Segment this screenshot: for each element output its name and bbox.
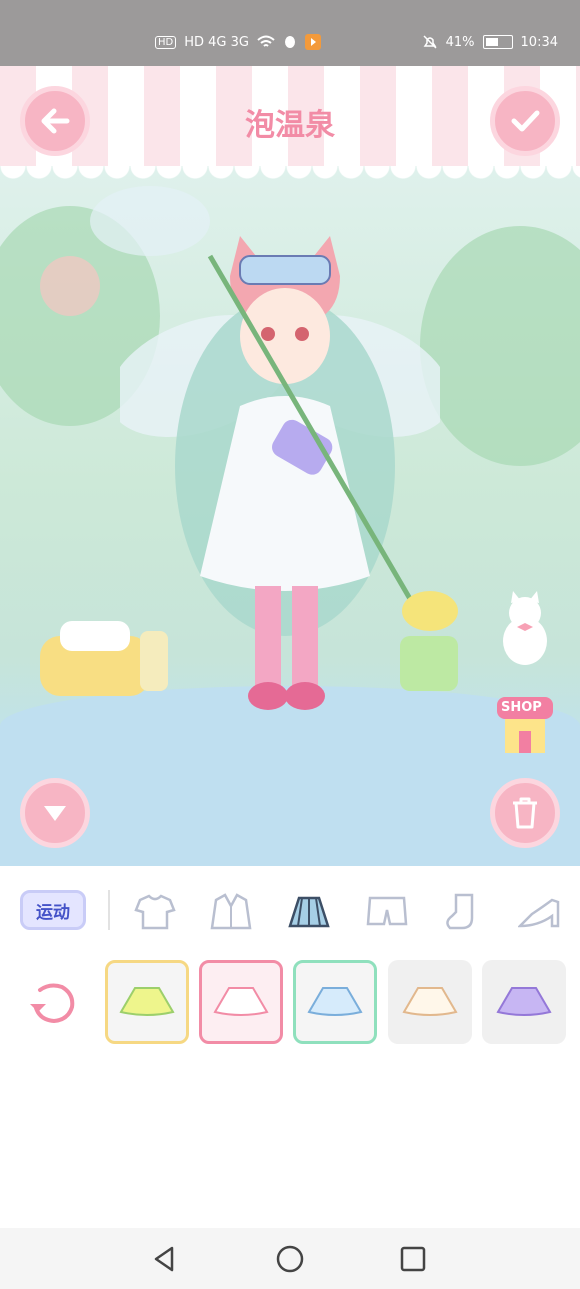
blue-skirt-icon	[307, 987, 363, 1016]
app-notification-icon	[304, 34, 321, 50]
shop-label: SHOP	[501, 700, 542, 715]
bell-muted-icon	[423, 35, 437, 49]
item-cream-skirt[interactable]	[388, 960, 472, 1044]
collapse-panel-button[interactable]	[20, 778, 90, 848]
shop-button[interactable]: SHOP	[495, 695, 555, 755]
page-title: 泡温泉	[245, 108, 335, 143]
jacket-icon[interactable]	[210, 892, 252, 932]
item-selection-row	[0, 956, 580, 1056]
skirt-icon[interactable]	[288, 892, 330, 932]
system-navigation-bar	[0, 1228, 580, 1289]
network-label: HD 4G 3G	[184, 34, 249, 50]
purple-skirt-icon	[496, 987, 552, 1016]
nav-home-icon[interactable]	[275, 1244, 305, 1274]
shorts-icon[interactable]	[366, 892, 408, 932]
item-white-pink-skirt[interactable]	[199, 960, 283, 1044]
delete-button[interactable]	[490, 778, 560, 848]
refresh-icon[interactable]	[28, 980, 78, 1026]
sock-icon[interactable]	[442, 892, 484, 932]
berries-left	[40, 256, 100, 316]
yellow-skirt-icon	[119, 987, 175, 1016]
category-toolbar: 运动	[0, 866, 580, 956]
white-skirt-icon	[213, 987, 269, 1016]
trash-icon	[513, 797, 537, 829]
dressup-scene	[0, 166, 580, 866]
category-sports-tab[interactable]: 运动	[20, 890, 86, 930]
white-cat	[503, 591, 547, 665]
item-yellow-skirt[interactable]	[105, 960, 189, 1044]
confirm-button[interactable]	[490, 86, 560, 156]
status-right: 41% 10:34	[422, 34, 558, 50]
awning-scallop	[0, 166, 580, 184]
clock: 10:34	[520, 34, 558, 50]
item-blue-skirt[interactable]	[293, 960, 377, 1044]
cream-skirt-icon	[402, 987, 458, 1016]
heel-icon[interactable]	[518, 892, 560, 932]
chevron-down-icon	[44, 806, 66, 821]
foliage-right	[420, 226, 580, 466]
item-purple-skirt[interactable]	[482, 960, 566, 1044]
arrow-left-icon	[41, 108, 70, 134]
qq-icon	[284, 36, 295, 48]
nav-back-icon[interactable]	[150, 1244, 180, 1274]
hd-badge: HD	[155, 35, 177, 49]
status-bar: HD HD 4G 3G 41% 10:34	[0, 0, 580, 66]
toolbar-divider	[108, 890, 110, 930]
check-icon	[511, 110, 540, 132]
back-button[interactable]	[20, 86, 90, 156]
battery-icon	[482, 35, 513, 49]
nav-recents-icon[interactable]	[398, 1244, 428, 1274]
battery-percent: 41%	[445, 34, 475, 50]
signal-indicators: HD HD 4G 3G	[155, 34, 321, 50]
wifi-icon	[257, 35, 275, 47]
sports-bag	[40, 621, 168, 696]
picnic-basket	[400, 591, 458, 691]
tshirt-icon[interactable]	[134, 892, 176, 932]
